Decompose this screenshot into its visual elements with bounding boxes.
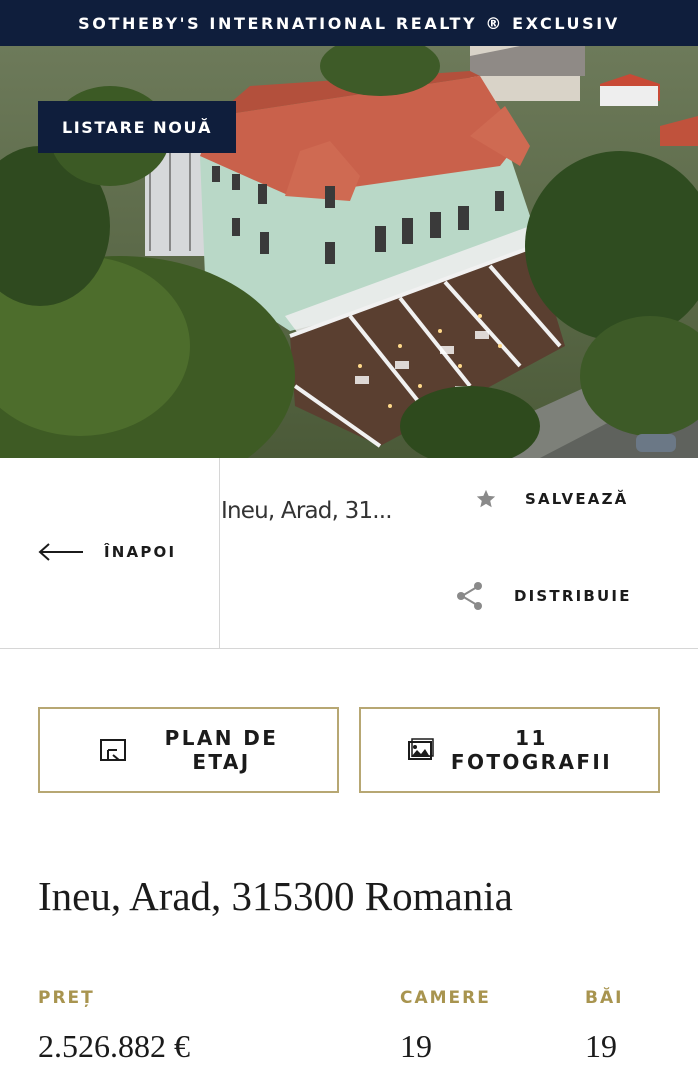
photos-label: FOTOGRAFII [450, 750, 613, 774]
share-button[interactable]: DISTRIBUIE [454, 580, 632, 612]
save-label: SALVEAZĂ [525, 490, 629, 508]
rooms-label: CAMERE [400, 988, 491, 1008]
photos-count: 11 [515, 726, 548, 750]
short-address: Ineu, Arad, 31... [221, 498, 393, 524]
star-icon [475, 488, 497, 510]
brand-header: SOTHEBY'S INTERNATIONAL REALTY ® EXCLUSI… [0, 0, 698, 46]
hero-image[interactable]: LISTARE NOUĂ [0, 46, 698, 458]
back-label: ÎNAPOI [104, 543, 177, 561]
rooms-value: 19 [400, 1028, 432, 1064]
save-button[interactable]: SALVEAZĂ [475, 488, 628, 510]
price-value: 2.526.882 € [38, 1028, 190, 1064]
photo-gallery-icon [407, 738, 435, 762]
share-label: DISTRIBUIE [514, 587, 632, 605]
toolbar-divider [219, 458, 220, 648]
photos-button[interactable]: 11 FOTOGRAFII [359, 707, 660, 793]
price-label: PREȚ [38, 988, 95, 1008]
floorplan-label-line1: PLAN DE [164, 726, 279, 750]
back-button[interactable]: ÎNAPOI [38, 538, 176, 566]
listing-address: Ineu, Arad, 315300 Romania [38, 873, 513, 919]
baths-value: 19 [585, 1028, 617, 1064]
floorplan-icon [99, 738, 127, 762]
baths-label: BĂI [585, 988, 624, 1008]
listing-toolbar: ÎNAPOI Ineu, Arad, 31... SALVEAZĂ DISTRI… [0, 458, 698, 649]
share-icon [454, 580, 486, 612]
arrow-left-icon [38, 543, 83, 561]
floorplan-button[interactable]: PLAN DE ETAJ [38, 707, 339, 793]
brand-title: SOTHEBY'S INTERNATIONAL REALTY ® EXCLUSI… [78, 13, 620, 33]
floorplan-label-line2: ETAJ [192, 750, 251, 774]
badge-label: LISTARE NOUĂ [61, 117, 213, 137]
new-listing-badge: LISTARE NOUĂ [38, 101, 236, 153]
